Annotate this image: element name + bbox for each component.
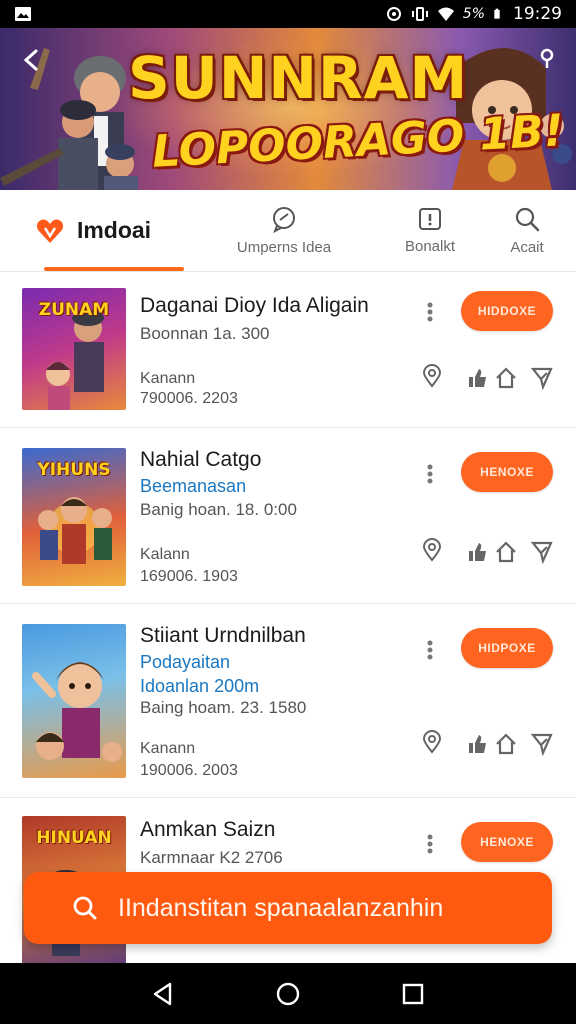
tab-label: Acait: [510, 239, 544, 256]
game-cover-image[interactable]: ZUNAM: [22, 288, 126, 410]
vibrate-icon: [411, 7, 428, 21]
share-icon[interactable]: [534, 46, 560, 72]
tab-bar: Imdoai Umperns Idea Bonalkt Acait: [0, 190, 576, 272]
game-cover-image[interactable]: [22, 624, 126, 778]
search-fab[interactable]: IIndanstitan spanaalanzanhin: [24, 872, 552, 944]
item-meta-date: 190006. 2003: [140, 762, 238, 779]
active-tab-indicator: [44, 267, 184, 271]
cover-title: ZUNAM: [38, 300, 110, 320]
location-pin-icon[interactable]: [420, 538, 444, 562]
tab-acait[interactable]: Acait: [478, 190, 576, 271]
action-button[interactable]: HENOXE: [461, 822, 553, 862]
home-outline-icon[interactable]: [494, 366, 518, 390]
item-subtitle-secondary: Idoanlan 200m: [140, 676, 260, 696]
item-detail: Boonnan 1a. 300: [140, 324, 270, 343]
item-detail: Banig hoan. 18. 0:00: [140, 500, 297, 519]
home-outline-icon[interactable]: [494, 540, 518, 564]
item-meta-date: 169006. 1903: [140, 568, 238, 585]
tab-label: Umperns Idea: [236, 239, 332, 256]
item-meta: Kanann: [140, 740, 196, 757]
thumbs-up-icon[interactable]: [466, 366, 490, 390]
back-triangle-icon[interactable]: [150, 981, 176, 1007]
list-item[interactable]: YIHUNS Nahial Catgo Beemanasan Banig hoa…: [0, 428, 576, 604]
game-cover-image[interactable]: YIHUNS: [22, 448, 126, 586]
more-vert-icon[interactable]: [424, 462, 436, 486]
item-title: Nahial Catgo: [140, 448, 262, 471]
location-pin-icon[interactable]: [420, 730, 444, 754]
action-button[interactable]: HENOXE: [461, 452, 553, 492]
banner-title-line1: SUNNRAM: [128, 44, 469, 112]
send-icon[interactable]: [530, 366, 554, 390]
more-vert-icon[interactable]: [424, 300, 436, 324]
signal-text: 5%: [462, 6, 485, 22]
action-button[interactable]: HIDDOXE: [461, 291, 553, 331]
thumbs-up-icon[interactable]: [466, 540, 490, 564]
hotspot-icon: [386, 7, 401, 21]
status-bar: 5% 19:29: [0, 0, 576, 28]
info-box-icon: [419, 208, 441, 230]
send-icon[interactable]: [530, 732, 554, 756]
location-pin-icon[interactable]: [420, 364, 444, 388]
item-subtitle-link[interactable]: Beemanasan: [140, 476, 246, 497]
item-detail: Baing hoam. 23. 1580: [140, 698, 307, 717]
tab-label: Imdoai: [76, 217, 152, 243]
home-outline-icon[interactable]: [494, 732, 518, 756]
list-item[interactable]: ZUNAM Daganai Dioy Ida Aligain Boonnan 1…: [0, 272, 576, 428]
item-meta: Kanann: [140, 370, 196, 387]
more-vert-icon[interactable]: [424, 832, 436, 856]
tab-umperns-idea[interactable]: Umperns Idea: [186, 190, 382, 271]
thumbs-up-icon[interactable]: [466, 732, 490, 756]
home-circle-icon[interactable]: [275, 981, 301, 1007]
status-time: 19:29: [513, 4, 562, 24]
recents-square-icon[interactable]: [400, 981, 426, 1007]
search-icon: [515, 207, 540, 232]
battery-icon: [494, 8, 500, 19]
back-arrow-icon[interactable]: [18, 46, 46, 74]
wifi-icon: [437, 7, 454, 21]
item-subtitle-link[interactable]: Podayaitan: [140, 652, 230, 673]
item-meta-date: 790006. 2203: [140, 390, 238, 407]
search-icon: [73, 896, 97, 920]
image-icon: [15, 7, 31, 21]
hero-banner: SUNNRAM LOPOORAGO 1B!: [0, 28, 576, 190]
item-title: Stiiant Urndnilban: [140, 624, 306, 647]
search-fab-label: IIndanstitan spanaalanzanhin: [118, 893, 444, 922]
chat-bubble-icon: [273, 207, 295, 233]
list-item[interactable]: Stiiant Urndnilban Podayaitan Idoanlan 2…: [0, 604, 576, 798]
item-title: Anmkan Saizn: [140, 818, 276, 841]
cover-title: YIHUNS: [37, 460, 111, 480]
item-detail: Karmnaar K2 2706: [140, 848, 283, 867]
system-nav-bar: [0, 963, 576, 1024]
heart-logo-icon: [36, 219, 63, 243]
send-icon[interactable]: [530, 540, 554, 564]
tab-imdoai[interactable]: Imdoai: [0, 190, 186, 271]
action-button[interactable]: HIDPOXE: [461, 628, 553, 668]
item-meta: Kalann: [140, 546, 190, 563]
more-vert-icon[interactable]: [424, 638, 436, 662]
tab-bonalkt[interactable]: Bonalkt: [382, 190, 478, 271]
cover-title: HINUAN: [36, 828, 112, 848]
item-title: Daganai Dioy Ida Aligain: [140, 294, 369, 317]
tab-label: Bonalkt: [404, 238, 456, 255]
